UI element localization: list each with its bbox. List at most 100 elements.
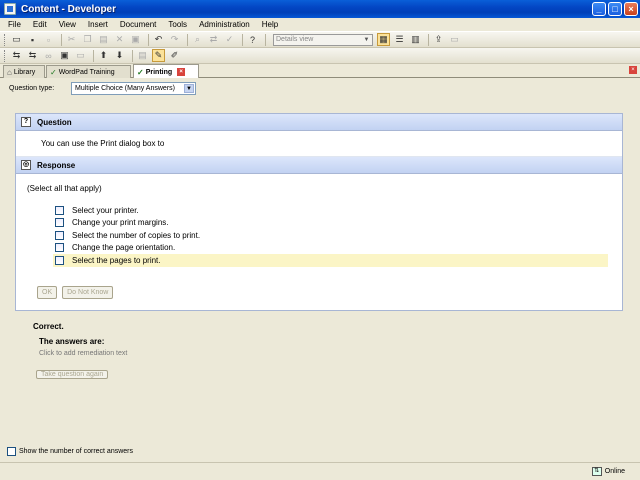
question-icon: ? xyxy=(21,117,31,127)
ok-button[interactable]: OK xyxy=(37,285,58,299)
delete-icon[interactable]: ✕ xyxy=(113,33,126,46)
answer-label: Select the pages to print. xyxy=(72,255,161,265)
menu-document[interactable]: Document xyxy=(120,20,156,29)
horizontal-split-icon[interactable]: ☰ xyxy=(393,33,406,46)
question-type-row: Question type: Multiple Choice (Many Ans… xyxy=(9,82,196,95)
response-buttons: OK Do Not Know xyxy=(37,285,622,299)
response-instruction: (Select all that apply) xyxy=(27,184,102,193)
menu-bar: File Edit View Insert Document Tools Adm… xyxy=(0,18,640,32)
answer-checkbox[interactable] xyxy=(55,243,64,253)
frame-icon[interactable]: ▭ xyxy=(74,49,87,62)
image-icon[interactable]: ▣ xyxy=(58,49,71,62)
toolbar-grip-2[interactable] xyxy=(4,49,7,62)
toolbar-grip[interactable] xyxy=(4,33,7,46)
question-text[interactable]: You can use the Print dialog box to xyxy=(16,131,622,157)
question-type-value: Multiple Choice (Many Answers) xyxy=(75,85,175,92)
link-icon[interactable]: ∞ xyxy=(42,49,55,62)
response-icon: ◎ xyxy=(21,160,31,170)
question-type-label: Question type: xyxy=(9,85,55,92)
view-select-value: Details view xyxy=(276,35,314,43)
menu-edit[interactable]: Edit xyxy=(33,20,47,29)
vertical-split-icon[interactable]: ▥ xyxy=(409,33,422,46)
publish-icon[interactable]: ⇪ xyxy=(432,33,445,46)
answer-option[interactable]: Change your print margins. xyxy=(53,217,608,230)
check-out-icon[interactable]: ⇆ xyxy=(26,49,39,62)
tab-close-icon[interactable]: × xyxy=(177,68,186,76)
answer-checkbox[interactable] xyxy=(55,205,64,215)
minimize-button[interactable]: _ xyxy=(592,2,606,16)
answer-label: Change the page orientation. xyxy=(72,243,176,253)
paste-icon[interactable]: ▤ xyxy=(97,33,110,46)
show-correct-count-checkbox[interactable] xyxy=(7,447,16,456)
checkmark-question-icon: ✓ xyxy=(137,67,144,77)
replace-icon[interactable]: ⇄ xyxy=(207,33,220,46)
answer-label: Select the number of copies to print. xyxy=(72,230,201,240)
menu-help[interactable]: Help xyxy=(262,20,278,29)
online-status: ⇅ Online xyxy=(591,467,625,476)
tab-printing[interactable]: ✓ Printing × xyxy=(133,64,199,79)
menu-tools[interactable]: Tools xyxy=(168,20,187,29)
help-icon[interactable]: ? xyxy=(246,33,259,46)
question-editor: Question type: Multiple Choice (Many Ans… xyxy=(0,78,640,456)
remediation-text[interactable]: Click to add remediation text xyxy=(39,350,127,357)
show-correct-count-label: Show the number of correct answers xyxy=(19,448,133,455)
copy-icon[interactable]: ❐ xyxy=(81,33,94,46)
answer-options: Select your printer. Change your print m… xyxy=(16,204,622,267)
answer-option-selected[interactable]: Select the pages to print. xyxy=(53,254,608,267)
menu-view[interactable]: View xyxy=(59,20,76,29)
answer-label: Select your printer. xyxy=(72,205,139,215)
answer-checkbox[interactable] xyxy=(55,255,64,265)
answer-option[interactable]: Change the page orientation. xyxy=(53,242,608,255)
undo-icon[interactable]: ↶ xyxy=(152,33,165,46)
standard-toolbar: ▭ ▪ ▫ ✂ ❐ ▤ ✕ ▣ ↶ ↷ ⌕ ⇄ ✓ ? Details view… xyxy=(0,32,640,48)
answer-option[interactable]: Select your printer. xyxy=(53,204,608,217)
outline-icon[interactable]: ▤ xyxy=(136,49,149,62)
answers-title: The answers are: xyxy=(39,337,105,346)
view-select[interactable]: Details view ▼ xyxy=(273,33,373,46)
properties-icon[interactable]: ▣ xyxy=(129,33,142,46)
question-header-label: Question xyxy=(37,117,72,127)
menu-administration[interactable]: Administration xyxy=(199,20,250,29)
show-correct-count-row[interactable]: Show the number of correct answers xyxy=(7,447,133,456)
title-bar: Content - Developer _ □ × xyxy=(0,0,640,18)
maximize-button[interactable]: □ xyxy=(608,2,622,16)
library-icon: ⌂ xyxy=(7,67,12,77)
chevron-down-icon: ▼ xyxy=(363,36,370,43)
question-section-header: ? Question xyxy=(16,114,622,131)
save-icon[interactable]: ▪ xyxy=(26,33,39,46)
menu-file[interactable]: File xyxy=(8,20,21,29)
redo-icon[interactable]: ↷ xyxy=(168,33,181,46)
pane-close-icon[interactable]: × xyxy=(629,66,637,74)
move-up-icon[interactable]: ⬆ xyxy=(97,49,110,62)
answer-checkbox[interactable] xyxy=(55,218,64,228)
answer-label: Change your print margins. xyxy=(72,218,169,228)
tab-library[interactable]: ⌂ Library xyxy=(3,65,45,78)
menu-insert[interactable]: Insert xyxy=(88,20,108,29)
preview-icon[interactable]: ▭ xyxy=(448,33,461,46)
status-bar: ⇅ Online xyxy=(0,462,640,480)
open-folder-icon[interactable]: ▭ xyxy=(10,33,23,46)
question-edit-icon[interactable]: ✐ xyxy=(168,49,181,62)
chevron-down-icon: ▼ xyxy=(184,84,194,93)
answer-checkbox[interactable] xyxy=(55,230,64,240)
check-in-icon[interactable]: ⇆ xyxy=(10,49,23,62)
document-toolbar: ⇆ ⇆ ∞ ▣ ▭ ⬆ ⬇ ▤ ✎ ✐ xyxy=(0,48,640,64)
question-panel: ? Question You can use the Print dialog … xyxy=(15,113,623,311)
app-icon xyxy=(4,3,16,15)
edit-pencil-icon[interactable]: ✎ xyxy=(152,49,165,62)
window-title: Content - Developer xyxy=(21,3,117,15)
move-down-icon[interactable]: ⬇ xyxy=(113,49,126,62)
tab-wordpad-training[interactable]: ✓ WordPad Training xyxy=(46,65,131,78)
document-tabs: ⌂ Library ✓ WordPad Training ✓ Printing … xyxy=(0,64,640,79)
do-not-know-button[interactable]: Do Not Know xyxy=(62,285,114,299)
answer-option[interactable]: Select the number of copies to print. xyxy=(53,229,608,242)
details-view-icon[interactable]: ▦ xyxy=(377,33,390,46)
close-button[interactable]: × xyxy=(624,2,638,16)
print-icon[interactable]: ▫ xyxy=(42,33,55,46)
find-icon[interactable]: ⌕ xyxy=(191,33,204,46)
question-type-select[interactable]: Multiple Choice (Many Answers) ▼ xyxy=(71,82,196,95)
take-question-again-button[interactable]: Take question again xyxy=(36,370,109,379)
spell-check-icon[interactable]: ✓ xyxy=(223,33,236,46)
response-header-label: Response xyxy=(37,160,76,170)
cut-icon[interactable]: ✂ xyxy=(65,33,78,46)
